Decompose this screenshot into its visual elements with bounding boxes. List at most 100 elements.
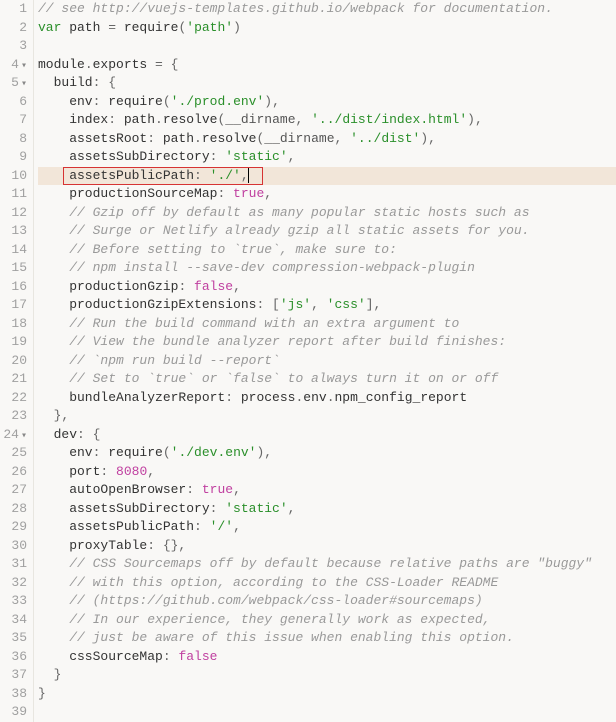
code-line[interactable]: // Set to `true` or `false` to always tu… [38,370,616,389]
code-line[interactable]: }, [38,407,616,426]
token-id [38,556,69,571]
code-line[interactable]: // with this option, according to the CS… [38,574,616,593]
token-str: 'css' [327,297,366,312]
token-punc: . [155,112,163,127]
code-area[interactable]: // see http://vuejs-templates.github.io/… [34,0,616,722]
code-line[interactable] [38,703,616,722]
code-line[interactable]: // npm install --save-dev compression-we… [38,259,616,278]
token-comment: // Before setting to `true`, make sure t… [69,242,397,257]
line-number: 2 [0,19,27,38]
code-line[interactable]: // Gzip off by default as many popular s… [38,204,616,223]
token-punc: : [186,482,194,497]
code-line[interactable]: // just be aware of this issue when enab… [38,629,616,648]
token-id: dev [38,427,77,442]
line-number: 13 [0,222,27,241]
line-number: 10 [0,167,27,186]
code-line[interactable]: // View the bundle analyzer report after… [38,333,616,352]
code-line[interactable]: index: path.resolve(__dirname, '../dist/… [38,111,616,130]
fold-icon[interactable]: ▾ [19,79,27,90]
code-line[interactable]: env: require('./prod.env'), [38,93,616,112]
code-line[interactable]: proxyTable: {}, [38,537,616,556]
token-punc: ), [467,112,483,127]
token-id [38,612,69,627]
code-line[interactable]: port: 8080, [38,463,616,482]
token-punc: { [100,75,116,90]
code-line[interactable]: // (https://github.com/webpack/css-loade… [38,592,616,611]
code-line[interactable]: build: { [38,74,616,93]
line-number: 15 [0,259,27,278]
line-number: 19 [0,333,27,352]
code-line[interactable] [38,37,616,56]
token-id [38,205,69,220]
token-id: proxyTable [38,538,147,553]
line-number: 11 [0,185,27,204]
token-comment: // `npm run build --report` [69,353,280,368]
token-comment: // Run the build command with an extra a… [69,316,459,331]
code-line[interactable]: productionSourceMap: true, [38,185,616,204]
token-comment: // Surge or Netlify already gzip all sta… [69,223,529,238]
token-punc: : [ [256,297,279,312]
token-id: assetsPublicPath [38,519,194,534]
code-line[interactable]: } [38,666,616,685]
code-line[interactable]: assetsRoot: path.resolve(__dirname, '../… [38,130,616,149]
code-line[interactable]: assetsSubDirectory: 'static', [38,148,616,167]
code-line[interactable]: bundleAnalyzerReport: process.env.npm_co… [38,389,616,408]
token-punc: } [38,686,46,701]
token-id: path [116,112,155,127]
line-number: 7 [0,111,27,130]
line-number: 24▾ [0,426,27,445]
code-line[interactable]: // see http://vuejs-templates.github.io/… [38,0,616,19]
token-str: 'static' [217,501,287,516]
token-id [38,575,69,590]
token-str: 'js' [280,297,311,312]
code-line[interactable]: autoOpenBrowser: true, [38,481,616,500]
token-comment: // see http://vuejs-templates.github.io/… [38,1,553,16]
token-id: cssSourceMap [38,649,163,664]
line-number: 22 [0,389,27,408]
token-punc: , [233,482,241,497]
token-str: 'static' [217,149,287,164]
code-line[interactable]: // Run the build command with an extra a… [38,315,616,334]
code-line[interactable]: // Before setting to `true`, make sure t… [38,241,616,260]
token-punc: , [311,297,327,312]
code-line[interactable]: // In our experience, they generally wor… [38,611,616,630]
code-line[interactable]: cssSourceMap: false [38,648,616,667]
code-line[interactable]: // Surge or Netlify already gzip all sta… [38,222,616,241]
line-number: 6 [0,93,27,112]
code-editor: 1234▾5▾678910111213141516171819202122232… [0,0,616,722]
token-id: assetsRoot [38,131,147,146]
token-comment: // just be aware of this issue when enab… [69,630,514,645]
line-number-gutter: 1234▾5▾678910111213141516171819202122232… [0,0,34,722]
code-line[interactable]: dev: { [38,426,616,445]
code-line[interactable]: env: require('./dev.env'), [38,444,616,463]
code-line[interactable]: // CSS Sourcemaps off by default because… [38,555,616,574]
code-line[interactable]: productionGzip: false, [38,278,616,297]
token-punc: , [288,501,296,516]
code-line[interactable]: module.exports = { [38,56,616,75]
token-comment: // with this option, according to the CS… [69,575,498,590]
code-line[interactable]: } [38,685,616,704]
token-num: 8080 [108,464,147,479]
code-line[interactable]: var path = require('path') [38,19,616,38]
line-number: 28 [0,500,27,519]
line-number: 36 [0,648,27,667]
line-number: 39 [0,703,27,722]
token-id: productionGzipExtensions [38,297,256,312]
line-number: 35 [0,629,27,648]
token-id [38,260,69,275]
token-id: assetsPublicPath [38,168,194,183]
token-punc: = [155,57,163,72]
code-line[interactable]: assetsPublicPath: './', [38,167,616,186]
code-line[interactable]: productionGzipExtensions: ['js', 'css'], [38,296,616,315]
fold-icon[interactable]: ▾ [19,431,27,442]
token-str: '/' [202,519,233,534]
code-line[interactable]: assetsPublicPath: '/', [38,518,616,537]
code-line[interactable]: assetsSubDirectory: 'static', [38,500,616,519]
token-id: env [38,445,93,460]
token-punc: ( [163,94,171,109]
line-number: 3 [0,37,27,56]
line-number: 16 [0,278,27,297]
code-line[interactable]: // `npm run build --report` [38,352,616,371]
fold-icon[interactable]: ▾ [19,61,27,72]
token-id: autoOpenBrowser [38,482,186,497]
